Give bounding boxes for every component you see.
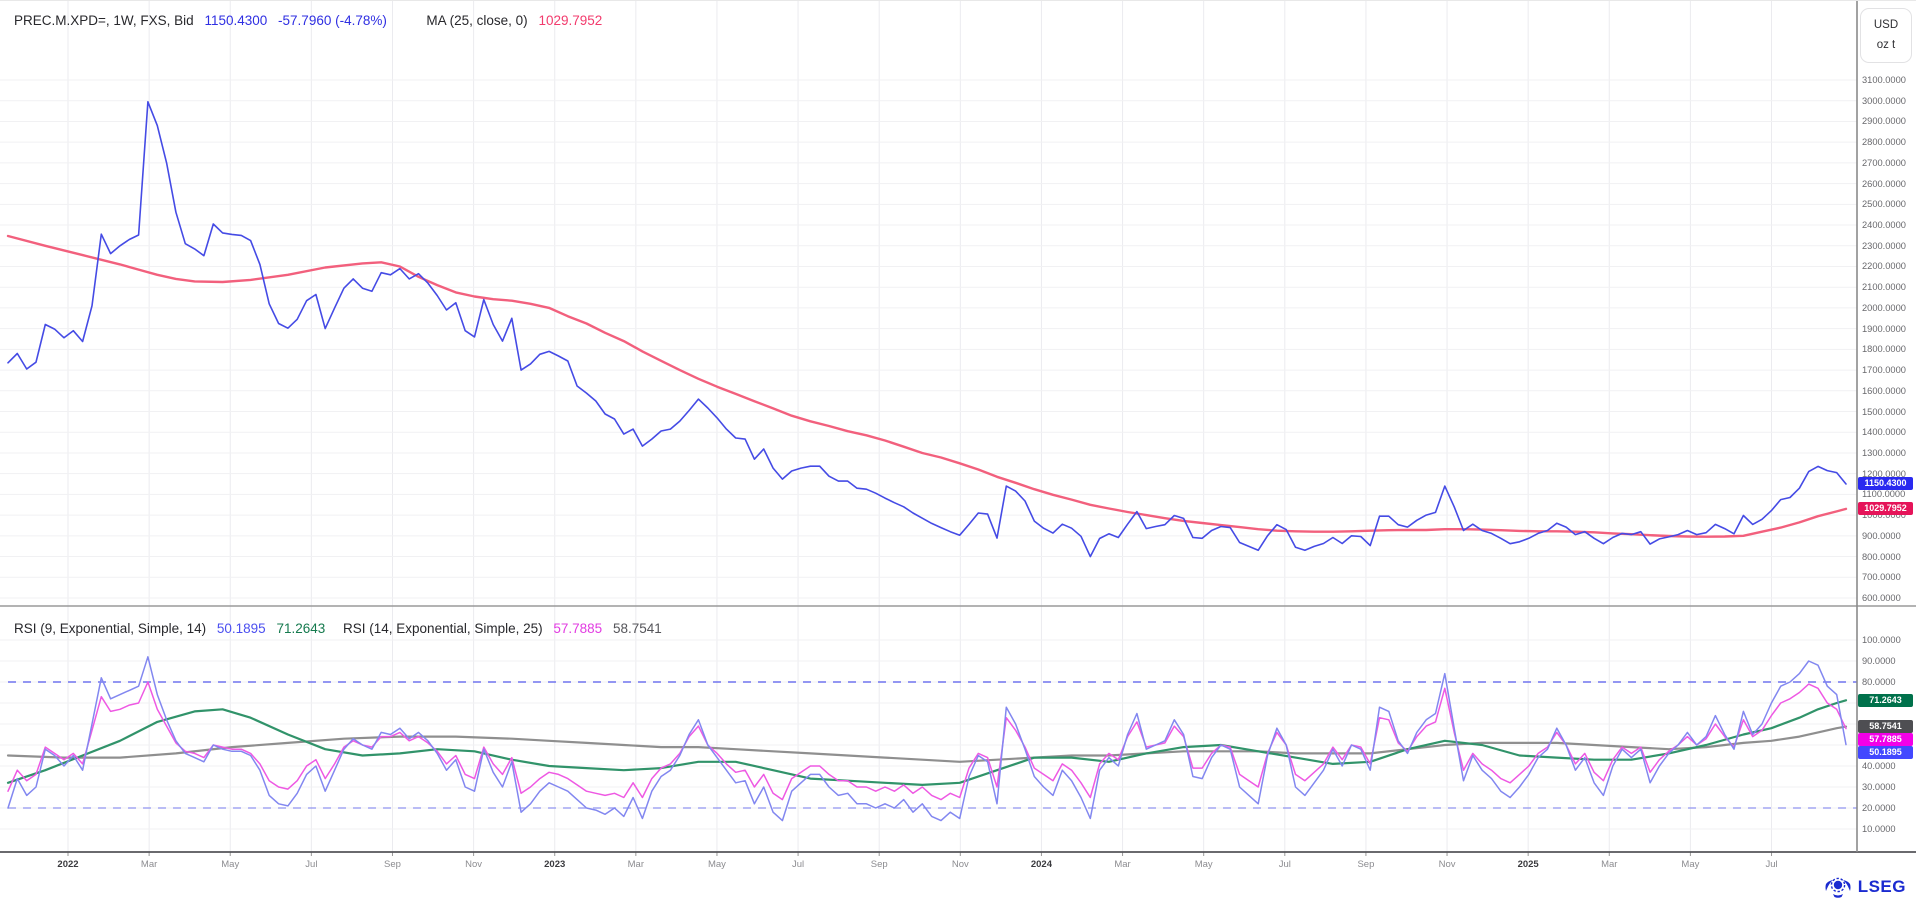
lseg-logo: LSEG (1823, 875, 1906, 899)
rsi9-value: 50.1895 (217, 621, 266, 636)
x-axis-year-label: 2024 (1031, 859, 1052, 870)
x-axis-month-label: Jul (1279, 859, 1291, 870)
x-axis-month-label: Sep (384, 859, 401, 870)
rsi-axis-value-badge: 50.1895 (1858, 746, 1913, 759)
chart-canvas[interactable] (0, 1, 1916, 906)
price-axis-tick-label: 1300.0000 (1862, 448, 1906, 458)
x-axis-month-label: Jul (792, 859, 804, 870)
rsi-axis-value-badge: 71.2643 (1858, 694, 1913, 707)
rsi14-value: 57.7885 (553, 621, 602, 636)
price-axis-tick-label: 2800.0000 (1862, 137, 1906, 147)
x-axis-month-label: Jul (1765, 859, 1777, 870)
rsi9-avg-value: 71.2643 (276, 621, 325, 636)
rsi-axis-tick-label: 30.0000 (1862, 782, 1896, 792)
rsi-axis-tick-label: 10.0000 (1862, 824, 1896, 834)
x-axis-month-label: Sep (871, 859, 888, 870)
price-axis-tick-label: 2000.0000 (1862, 303, 1906, 313)
rsi-axis-value-badge: 58.7541 (1858, 720, 1913, 733)
price-axis-tick-label: 1700.0000 (1862, 365, 1906, 375)
axis-currency-label: USD (1861, 15, 1911, 35)
x-axis-year-label: 2022 (57, 859, 78, 870)
price-axis-tick-label: 3100.0000 (1862, 75, 1906, 85)
rsi-axis-tick-label: 40.0000 (1862, 761, 1896, 771)
x-axis-month-label: Mar (1114, 859, 1130, 870)
x-axis-year-label: 2025 (1518, 859, 1539, 870)
rsi9-label[interactable]: RSI (9, Exponential, Simple, 14) (14, 621, 206, 636)
price-axis-tick-label: 2900.0000 (1862, 116, 1906, 126)
price-change: -57.7960 (-4.78%) (278, 13, 387, 28)
ma-indicator-value: 1029.7952 (538, 13, 602, 28)
price-axis-tick-label: 2700.0000 (1862, 158, 1906, 168)
x-axis-month-label: Mar (141, 859, 157, 870)
price-series-line[interactable] (8, 102, 1846, 557)
rsi-axis-tick-label: 20.0000 (1862, 803, 1896, 813)
ma-indicator-label[interactable]: MA (25, close, 0) (426, 13, 527, 28)
rsi14-label[interactable]: RSI (14, Exponential, Simple, 25) (343, 621, 543, 636)
price-axis-tick-label: 1100.0000 (1862, 489, 1905, 499)
price-axis-tick-label: 1600.0000 (1862, 386, 1906, 396)
price-axis-tick-label: 1500.0000 (1862, 407, 1906, 417)
price-axis-tick-label: 1400.0000 (1862, 427, 1906, 437)
price-axis-tick-label: 2300.0000 (1862, 241, 1906, 251)
price-axis-value-badge: 1029.7952 (1858, 502, 1913, 515)
price-axis-tick-label: 800.0000 (1862, 552, 1901, 562)
price-axis-tick-label: 2100.0000 (1862, 282, 1906, 292)
price-axis-tick-label: 600.0000 (1862, 593, 1901, 603)
price-axis-tick-label: 2600.0000 (1862, 179, 1906, 189)
price-axis-tick-label: 2200.0000 (1862, 261, 1906, 271)
rsi-axis-tick-label: 90.0000 (1862, 656, 1896, 666)
x-axis-month-label: May (1681, 859, 1699, 870)
x-axis-month-label: Nov (1439, 859, 1456, 870)
axis-unit-label: oz t (1861, 35, 1911, 55)
instrument-title[interactable]: PREC.M.XPD=, 1W, FXS, Bid (14, 13, 194, 28)
rsi-axis-tick-label: 80.0000 (1862, 677, 1896, 687)
x-axis-month-label: Mar (1601, 859, 1617, 870)
x-axis-year-label: 2023 (544, 859, 565, 870)
price-axis-tick-label: 3000.0000 (1862, 96, 1906, 106)
price-axis-tick-label: 900.0000 (1862, 531, 1901, 541)
chart-application: PREC.M.XPD=, 1W, FXS, Bid 1150.4300 -57.… (0, 0, 1916, 906)
x-axis-month-label: Sep (1357, 859, 1374, 870)
x-axis-month-label: May (221, 859, 239, 870)
price-axis-tick-label: 700.0000 (1862, 572, 1901, 582)
axis-unit-box[interactable]: USD oz t (1860, 8, 1912, 63)
x-axis-month-label: May (1195, 859, 1213, 870)
instrument-header: PREC.M.XPD=, 1W, FXS, Bid 1150.4300 -57.… (14, 13, 609, 28)
rsi-series-line[interactable] (8, 682, 1846, 800)
x-axis-month-label: May (708, 859, 726, 870)
price-axis-tick-label: 1800.0000 (1862, 344, 1906, 354)
x-axis-month-label: Mar (628, 859, 644, 870)
x-axis-month-label: Nov (465, 859, 482, 870)
rsi-axis-tick-label: 100.0000 (1862, 635, 1901, 645)
lseg-logo-text: LSEG (1858, 877, 1906, 897)
rsi-header: RSI (9, Exponential, Simple, 14) 50.1895… (14, 621, 669, 636)
lseg-crest-icon (1823, 875, 1853, 899)
last-price: 1150.4300 (204, 13, 267, 28)
x-axis-month-label: Jul (305, 859, 317, 870)
price-axis-value-badge: 1150.4300 (1858, 477, 1913, 490)
price-series-line[interactable] (8, 236, 1846, 537)
price-axis-tick-label: 2500.0000 (1862, 199, 1906, 209)
rsi14-avg-value: 58.7541 (613, 621, 662, 636)
x-axis-month-label: Nov (952, 859, 969, 870)
rsi-axis-value-badge: 57.7885 (1858, 733, 1913, 746)
price-axis-tick-label: 1900.0000 (1862, 324, 1906, 334)
price-axis-tick-label: 2400.0000 (1862, 220, 1906, 230)
